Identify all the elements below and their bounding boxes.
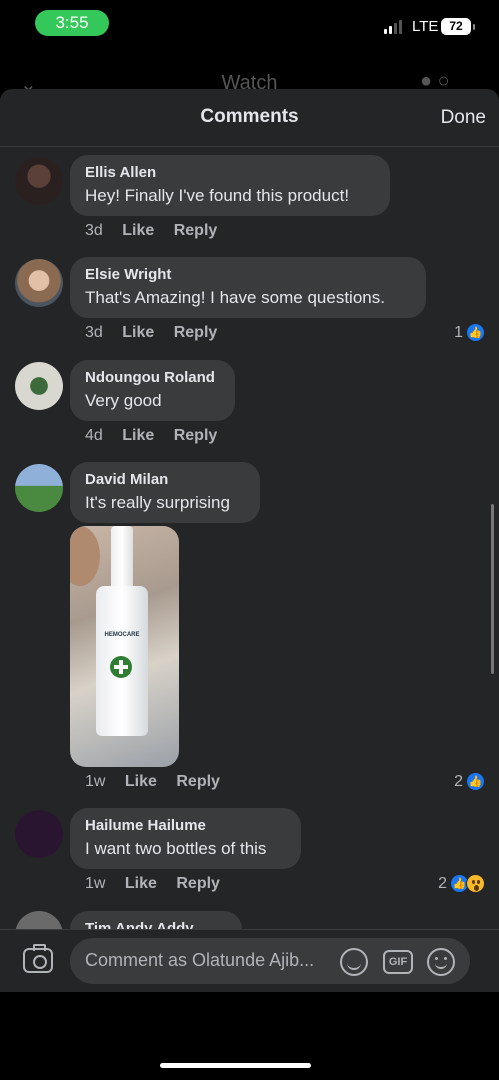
- like-button[interactable]: Like: [122, 427, 154, 444]
- reaction-summary[interactable]: 2 👍: [438, 874, 485, 893]
- comment-meta: 3d Like Reply: [85, 324, 232, 342]
- avatar[interactable]: [15, 259, 63, 307]
- comment-composer: Comment as Olatunde Ajib... GIF: [0, 929, 499, 992]
- avatar[interactable]: [15, 911, 63, 931]
- bottle-label: HEMOCARE: [104, 632, 140, 638]
- comment-text: Hey! Finally I've found this product!: [85, 186, 350, 205]
- done-button[interactable]: Done: [441, 107, 486, 129]
- comment-text: I want two bottles of this: [85, 839, 267, 858]
- comment-item: Hailume Hailume I want two bottles of th…: [0, 808, 499, 908]
- comment-bubble[interactable]: Ellis Allen Hey! Finally I've found this…: [70, 155, 390, 216]
- signal-icon: [384, 20, 406, 34]
- avatar[interactable]: [15, 810, 63, 858]
- reaction-summary[interactable]: 2 👍: [454, 772, 485, 791]
- spray-bottle: HEMOCARE: [96, 586, 148, 736]
- comment-time: 1w: [85, 875, 106, 892]
- emoji-icon[interactable]: [427, 948, 455, 976]
- comment-author[interactable]: David Milan: [85, 470, 246, 489]
- avatar[interactable]: [15, 464, 63, 512]
- comment-time: 4d: [85, 427, 103, 444]
- reply-button[interactable]: Reply: [174, 427, 218, 444]
- comment-meta: 4d Like Reply: [85, 427, 232, 445]
- comment-item: Tim Andy Addy: [0, 911, 499, 931]
- hand-shape: [70, 526, 100, 586]
- avatar[interactable]: [15, 362, 63, 410]
- reaction-count: 2: [454, 772, 463, 790]
- comment-input[interactable]: Comment as Olatunde Ajib... GIF: [70, 938, 470, 984]
- reply-button[interactable]: Reply: [174, 324, 218, 341]
- sheet-title: Comments: [200, 106, 299, 127]
- comment-item: Ellis Allen Hey! Finally I've found this…: [0, 155, 499, 255]
- comment-item: David Milan It's really surprising HEMOC…: [0, 462, 499, 792]
- status-bar: 3:55 LTE 72: [0, 0, 499, 46]
- comment-time: 3d: [85, 222, 103, 239]
- reply-button[interactable]: Reply: [176, 875, 220, 892]
- reaction-summary[interactable]: 1 👍: [454, 323, 485, 342]
- comment-bubble[interactable]: Elsie Wright That's Amazing! I have some…: [70, 257, 426, 318]
- comment-text: That's Amazing! I have some questions.: [85, 288, 385, 307]
- reply-button[interactable]: Reply: [176, 773, 220, 790]
- avatar[interactable]: [15, 157, 63, 205]
- scrollbar[interactable]: [491, 504, 494, 674]
- comment-item: Ndoungou Roland Very good 4d Like Reply: [0, 360, 499, 460]
- comment-meta: 3d Like Reply: [85, 222, 232, 240]
- reaction-count: 2: [438, 874, 447, 892]
- comment-bubble[interactable]: Ndoungou Roland Very good: [70, 360, 235, 421]
- comment-author[interactable]: Elsie Wright: [85, 265, 412, 284]
- comment-author[interactable]: Hailume Hailume: [85, 816, 287, 835]
- like-button[interactable]: Like: [125, 773, 157, 790]
- status-time: 3:55: [35, 10, 109, 36]
- like-button[interactable]: Like: [122, 324, 154, 341]
- reply-button[interactable]: Reply: [174, 222, 218, 239]
- comment-bubble[interactable]: Tim Andy Addy: [70, 911, 242, 931]
- comments-sheet: Comments Done Ellis Allen Hey! Finally I…: [0, 89, 499, 992]
- comment-time: 1w: [85, 773, 106, 790]
- thumbs-up-icon: 👍: [466, 323, 485, 342]
- sheet-header: Comments Done: [0, 89, 499, 147]
- comment-item: Elsie Wright That's Amazing! I have some…: [0, 257, 499, 357]
- comment-author[interactable]: Ellis Allen: [85, 163, 376, 182]
- comment-bubble[interactable]: Hailume Hailume I want two bottles of th…: [70, 808, 301, 869]
- network-type: LTE: [412, 18, 439, 35]
- comment-time: 3d: [85, 324, 103, 341]
- comment-input-placeholder[interactable]: Comment as Olatunde Ajib...: [85, 950, 335, 971]
- comment-text: Very good: [85, 391, 162, 410]
- reaction-count: 1: [454, 323, 463, 341]
- comment-photo[interactable]: HEMOCARE: [70, 526, 179, 767]
- cross-icon: [110, 656, 132, 678]
- comment-text: It's really surprising: [85, 493, 230, 512]
- comment-bubble[interactable]: David Milan It's really surprising: [70, 462, 260, 523]
- comment-meta: 1w Like Reply: [85, 875, 235, 893]
- camera-icon[interactable]: [23, 944, 53, 973]
- comment-author[interactable]: Ndoungou Roland: [85, 368, 221, 387]
- wow-icon: [466, 874, 485, 893]
- sticker-icon[interactable]: [340, 948, 368, 976]
- like-button[interactable]: Like: [122, 222, 154, 239]
- thumbs-up-icon: 👍: [466, 772, 485, 791]
- gif-button[interactable]: GIF: [383, 950, 413, 974]
- battery-icon: 72: [441, 18, 475, 35]
- home-indicator[interactable]: [160, 1063, 311, 1068]
- comment-meta: 1w Like Reply: [85, 773, 235, 791]
- like-button[interactable]: Like: [125, 875, 157, 892]
